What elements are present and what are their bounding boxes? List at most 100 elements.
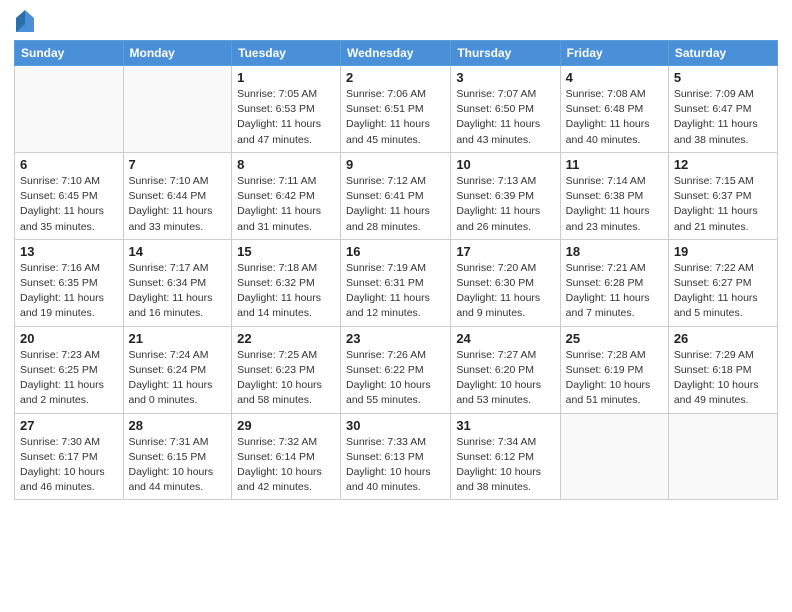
day-number: 4	[566, 70, 663, 85]
calendar-cell: 17 Sunrise: 7:20 AMSunset: 6:30 PMDayligh…	[451, 239, 560, 326]
day-info: Sunrise: 7:17 AMSunset: 6:34 PMDaylight:…	[129, 261, 227, 322]
day-number: 9	[346, 157, 445, 172]
header	[14, 10, 778, 32]
day-number: 7	[129, 157, 227, 172]
day-number: 27	[20, 418, 118, 433]
calendar-cell: 12Sunrise: 7:15 AMSunset: 6:37 PMDayligh…	[668, 152, 777, 239]
calendar-cell: 5 Sunrise: 7:09 AMSunset: 6:47 PMDaylight…	[668, 66, 777, 153]
calendar-cell: 23 Sunrise: 7:26 AMSunset: 6:22 PMDayligh…	[341, 326, 451, 413]
calendar-cell: 14 Sunrise: 7:17 AMSunset: 6:34 PMDayligh…	[123, 239, 232, 326]
day-info: Sunrise: 7:16 AMSunset: 6:35 PMDaylight:…	[20, 261, 118, 322]
day-number: 10	[456, 157, 554, 172]
day-info: Sunrise: 7:23 AMSunset: 6:25 PMDaylight:…	[20, 348, 118, 409]
weekday-header-sunday: Sunday	[15, 41, 124, 66]
calendar-cell: 16 Sunrise: 7:19 AMSunset: 6:31 PMDayligh…	[341, 239, 451, 326]
day-info: Sunrise: 7:05 AMSunset: 6:53 PMDaylight:…	[237, 87, 335, 148]
calendar-cell: 9 Sunrise: 7:12 AMSunset: 6:41 PMDaylight…	[341, 152, 451, 239]
calendar-cell: 30 Sunrise: 7:33 AMSunset: 6:13 PMDayligh…	[341, 413, 451, 500]
day-info: Sunrise: 7:24 AMSunset: 6:24 PMDaylight:…	[129, 348, 227, 409]
day-number: 21	[129, 331, 227, 346]
calendar-cell: 29 Sunrise: 7:32 AMSunset: 6:14 PMDayligh…	[232, 413, 341, 500]
day-number: 29	[237, 418, 335, 433]
day-number: 13	[20, 244, 118, 259]
day-number: 5	[674, 70, 772, 85]
calendar-cell: 2 Sunrise: 7:06 AMSunset: 6:51 PMDaylight…	[341, 66, 451, 153]
day-number: 22	[237, 331, 335, 346]
day-info: Sunrise: 7:10 AMSunset: 6:45 PMDaylight:…	[20, 174, 118, 235]
calendar-cell: 3 Sunrise: 7:07 AMSunset: 6:50 PMDaylight…	[451, 66, 560, 153]
calendar-cell: 20 Sunrise: 7:23 AMSunset: 6:25 PMDayligh…	[15, 326, 124, 413]
calendar-week-3: 13 Sunrise: 7:16 AMSunset: 6:35 PMDayligh…	[15, 239, 778, 326]
day-number: 24	[456, 331, 554, 346]
day-info: Sunrise: 7:13 AMSunset: 6:39 PMDaylight:…	[456, 174, 554, 235]
day-info: Sunrise: 7:21 AMSunset: 6:28 PMDaylight:…	[566, 261, 663, 322]
logo-icon	[16, 10, 34, 32]
weekday-header-saturday: Saturday	[668, 41, 777, 66]
day-number: 18	[566, 244, 663, 259]
day-info: Sunrise: 7:20 AMSunset: 6:30 PMDaylight:…	[456, 261, 554, 322]
calendar-week-4: 20 Sunrise: 7:23 AMSunset: 6:25 PMDayligh…	[15, 326, 778, 413]
day-number: 2	[346, 70, 445, 85]
day-number: 1	[237, 70, 335, 85]
day-info: Sunrise: 7:09 AMSunset: 6:47 PMDaylight:…	[674, 87, 772, 148]
calendar-table: SundayMondayTuesdayWednesdayThursdayFrid…	[14, 40, 778, 500]
weekday-header-thursday: Thursday	[451, 41, 560, 66]
calendar-cell	[123, 66, 232, 153]
day-number: 15	[237, 244, 335, 259]
calendar-week-1: 1 Sunrise: 7:05 AMSunset: 6:53 PMDaylight…	[15, 66, 778, 153]
day-number: 8	[237, 157, 335, 172]
calendar-cell: 28Sunrise: 7:31 AMSunset: 6:15 PMDayligh…	[123, 413, 232, 500]
day-info: Sunrise: 7:34 AMSunset: 6:12 PMDaylight:…	[456, 435, 554, 496]
day-info: Sunrise: 7:27 AMSunset: 6:20 PMDaylight:…	[456, 348, 554, 409]
calendar-cell: 11Sunrise: 7:14 AMSunset: 6:38 PMDayligh…	[560, 152, 668, 239]
day-number: 14	[129, 244, 227, 259]
day-info: Sunrise: 7:32 AMSunset: 6:14 PMDaylight:…	[237, 435, 335, 496]
calendar-cell: 27 Sunrise: 7:30 AMSunset: 6:17 PMDayligh…	[15, 413, 124, 500]
day-info: Sunrise: 7:07 AMSunset: 6:50 PMDaylight:…	[456, 87, 554, 148]
calendar-cell: 21 Sunrise: 7:24 AMSunset: 6:24 PMDayligh…	[123, 326, 232, 413]
calendar-cell: 31 Sunrise: 7:34 AMSunset: 6:12 PMDayligh…	[451, 413, 560, 500]
day-info: Sunrise: 7:30 AMSunset: 6:17 PMDaylight:…	[20, 435, 118, 496]
day-info: Sunrise: 7:14 AMSunset: 6:38 PMDaylight:…	[566, 174, 663, 235]
weekday-header-monday: Monday	[123, 41, 232, 66]
calendar-cell: 19 Sunrise: 7:22 AMSunset: 6:27 PMDayligh…	[668, 239, 777, 326]
calendar-cell: 8 Sunrise: 7:11 AMSunset: 6:42 PMDaylight…	[232, 152, 341, 239]
day-info: Sunrise: 7:11 AMSunset: 6:42 PMDaylight:…	[237, 174, 335, 235]
day-number: 25	[566, 331, 663, 346]
day-number: 28	[129, 418, 227, 433]
day-number: 16	[346, 244, 445, 259]
calendar-cell: 15 Sunrise: 7:18 AMSunset: 6:32 PMDayligh…	[232, 239, 341, 326]
calendar-cell: 13 Sunrise: 7:16 AMSunset: 6:35 PMDayligh…	[15, 239, 124, 326]
day-info: Sunrise: 7:29 AMSunset: 6:18 PMDaylight:…	[674, 348, 772, 409]
weekday-header-friday: Friday	[560, 41, 668, 66]
day-number: 3	[456, 70, 554, 85]
calendar-cell	[668, 413, 777, 500]
calendar-cell: 4 Sunrise: 7:08 AMSunset: 6:48 PMDaylight…	[560, 66, 668, 153]
day-info: Sunrise: 7:10 AMSunset: 6:44 PMDaylight:…	[129, 174, 227, 235]
day-info: Sunrise: 7:06 AMSunset: 6:51 PMDaylight:…	[346, 87, 445, 148]
day-info: Sunrise: 7:28 AMSunset: 6:19 PMDaylight:…	[566, 348, 663, 409]
day-number: 30	[346, 418, 445, 433]
logo	[14, 14, 34, 32]
day-info: Sunrise: 7:12 AMSunset: 6:41 PMDaylight:…	[346, 174, 445, 235]
day-number: 23	[346, 331, 445, 346]
weekday-header-tuesday: Tuesday	[232, 41, 341, 66]
day-info: Sunrise: 7:19 AMSunset: 6:31 PMDaylight:…	[346, 261, 445, 322]
calendar-week-2: 6Sunrise: 7:10 AMSunset: 6:45 PMDaylight…	[15, 152, 778, 239]
page: SundayMondayTuesdayWednesdayThursdayFrid…	[0, 0, 792, 612]
calendar-cell: 22Sunrise: 7:25 AMSunset: 6:23 PMDayligh…	[232, 326, 341, 413]
day-info: Sunrise: 7:08 AMSunset: 6:48 PMDaylight:…	[566, 87, 663, 148]
day-number: 31	[456, 418, 554, 433]
calendar-cell: 18 Sunrise: 7:21 AMSunset: 6:28 PMDayligh…	[560, 239, 668, 326]
day-info: Sunrise: 7:22 AMSunset: 6:27 PMDaylight:…	[674, 261, 772, 322]
day-info: Sunrise: 7:33 AMSunset: 6:13 PMDaylight:…	[346, 435, 445, 496]
day-number: 19	[674, 244, 772, 259]
calendar-cell: 10 Sunrise: 7:13 AMSunset: 6:39 PMDayligh…	[451, 152, 560, 239]
day-number: 20	[20, 331, 118, 346]
day-info: Sunrise: 7:26 AMSunset: 6:22 PMDaylight:…	[346, 348, 445, 409]
day-number: 17	[456, 244, 554, 259]
calendar-cell	[560, 413, 668, 500]
calendar-cell: 6Sunrise: 7:10 AMSunset: 6:45 PMDaylight…	[15, 152, 124, 239]
day-info: Sunrise: 7:18 AMSunset: 6:32 PMDaylight:…	[237, 261, 335, 322]
calendar-cell: 25 Sunrise: 7:28 AMSunset: 6:19 PMDayligh…	[560, 326, 668, 413]
